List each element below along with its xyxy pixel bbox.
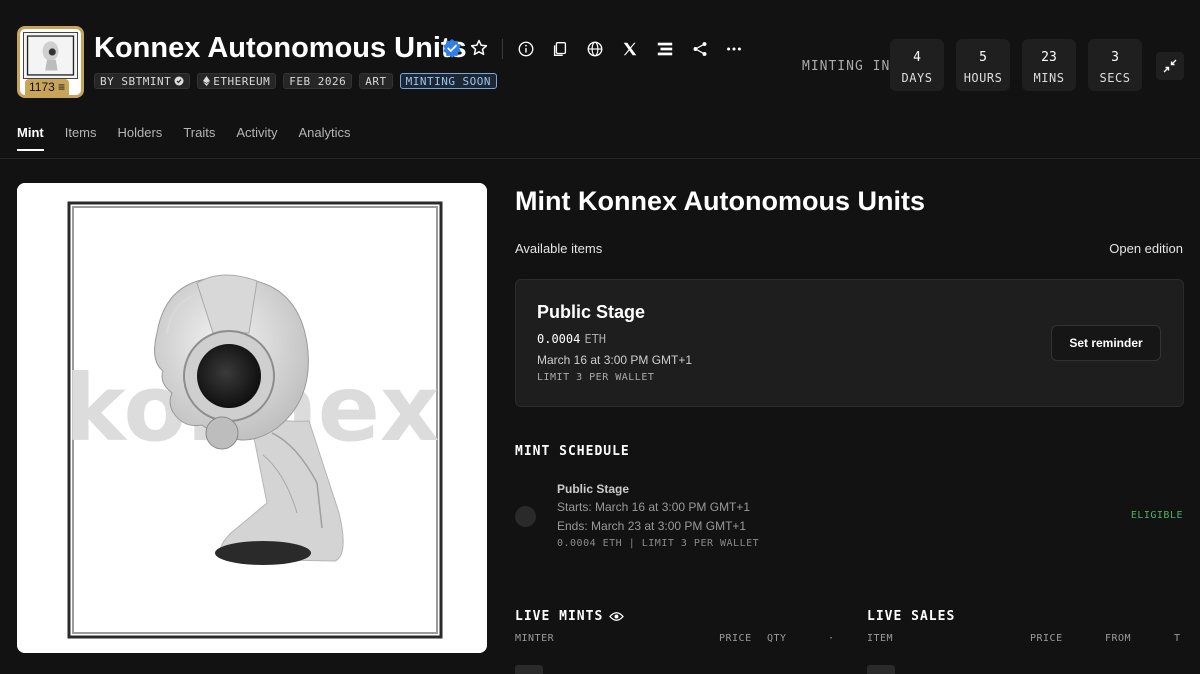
tab-items[interactable]: Items [65, 125, 97, 151]
collection-tags: BY SBTMINT ETHEREUM FEB 2026 ART MINTING… [94, 73, 498, 89]
countdown-days-value: 4 [913, 50, 921, 65]
eye-icon[interactable] [609, 611, 625, 622]
countdown-hours-unit: HOURS [963, 71, 1003, 85]
chain-tag: ETHEREUM [197, 73, 277, 89]
info-icon[interactable] [516, 39, 536, 59]
tab-analytics[interactable]: Analytics [299, 125, 351, 151]
collection-title: Konnex Autonomous Units [94, 32, 467, 64]
collapse-arrows-icon [1163, 59, 1177, 73]
collapse-button[interactable] [1156, 52, 1184, 80]
countdown-hours: 5 HOURS [956, 39, 1010, 91]
stage-price: 0.0004 ETH [537, 332, 606, 346]
live-mints-row-placeholder [515, 665, 543, 674]
avatar-image [23, 32, 78, 79]
mint-title: Mint Konnex Autonomous Units [515, 186, 925, 216]
creator-verified-icon [174, 76, 184, 86]
header-divider [502, 39, 503, 59]
tab-holders[interactable]: Holders [118, 125, 163, 151]
countdown-days-unit: DAYS [901, 71, 933, 85]
creator-tag[interactable]: BY SBTMINT [94, 73, 191, 89]
col-sales-extra: T [1174, 633, 1181, 644]
tab-activity[interactable]: Activity [236, 125, 277, 151]
x-twitter-icon[interactable] [620, 39, 640, 59]
stage-date: March 16 at 3:00 PM GMT+1 [537, 353, 693, 367]
public-stage-card: Public Stage 0.0004 ETH March 16 at 3:00 … [515, 279, 1184, 407]
schedule-status-dot [515, 506, 536, 527]
available-items-value: Open edition [1109, 241, 1183, 256]
countdown-secs-unit: SECS [1099, 71, 1131, 85]
holders-count-badge: 1173 ≡ [25, 79, 70, 95]
live-sales-row-placeholder [867, 665, 895, 674]
countdown-mins: 23 MINS [1022, 39, 1076, 91]
tabs-divider [0, 158, 1200, 159]
col-from: FROM [1105, 633, 1132, 644]
col-qty: QTY [767, 633, 787, 644]
live-mints-title: LIVE MINTS [515, 609, 604, 624]
stage-limit: LIMIT 3 PER WALLET [537, 372, 655, 383]
available-items-label: Available items [515, 241, 603, 256]
schedule-meta: 0.0004 ETH | LIMIT 3 PER WALLET [557, 538, 760, 549]
countdown-days: 4 DAYS [890, 39, 944, 91]
verified-badge-icon [443, 39, 461, 58]
col-minter: MINTER [515, 633, 555, 644]
favorite-star-icon[interactable] [469, 38, 489, 58]
countdown-mins-value: 23 [1041, 50, 1057, 65]
eligibility-status: ELIGIBLE [1130, 510, 1183, 521]
schedule-start: Starts: March 16 at 3:00 PM GMT+1 [557, 500, 751, 514]
minting-in-label: MINTING IN [802, 59, 891, 74]
collection-tabs: Mint Items Holders Traits Activity Analy… [17, 125, 351, 151]
col-mints-extra: · [828, 633, 835, 644]
col-mint-price: PRICE [719, 633, 752, 644]
countdown-secs-value: 3 [1111, 50, 1119, 65]
countdown-mins-unit: MINS [1033, 71, 1065, 85]
more-options-icon[interactable] [724, 39, 744, 59]
ethereum-icon [203, 76, 211, 86]
stage-price-currency: ETH [584, 332, 607, 346]
category-tag: ART [359, 73, 393, 89]
tab-mint[interactable]: Mint [17, 125, 44, 151]
website-globe-icon[interactable] [585, 39, 605, 59]
share-icon[interactable] [690, 39, 710, 59]
set-reminder-button[interactable]: Set reminder [1051, 325, 1161, 361]
col-item: ITEM [867, 633, 894, 644]
date-tag: FEB 2026 [283, 73, 353, 89]
live-sales-title: LIVE SALES [867, 609, 956, 624]
copy-contract-icon[interactable] [550, 39, 570, 59]
countdown-secs: 3 SECS [1088, 39, 1142, 91]
col-sale-price: PRICE [1030, 633, 1063, 644]
stage-price-value: 0.0004 [537, 332, 581, 346]
live-sales-heading: LIVE SALES [867, 609, 955, 624]
collection-avatar: 1173 ≡ [17, 26, 84, 98]
status-badge: MINTING SOON [399, 73, 498, 89]
stack-layers-icon[interactable] [655, 39, 675, 59]
live-mints-heading: LIVE MINTS [515, 609, 625, 624]
schedule-stage-name: Public Stage [557, 482, 630, 496]
stage-name: Public Stage [537, 302, 646, 322]
countdown-hours-value: 5 [979, 50, 987, 65]
tab-traits[interactable]: Traits [183, 125, 215, 151]
collection-artwork: konnex [17, 183, 487, 653]
mint-schedule-heading: MINT SCHEDULE [515, 444, 630, 459]
schedule-end: Ends: March 23 at 3:00 PM GMT+1 [557, 519, 747, 533]
